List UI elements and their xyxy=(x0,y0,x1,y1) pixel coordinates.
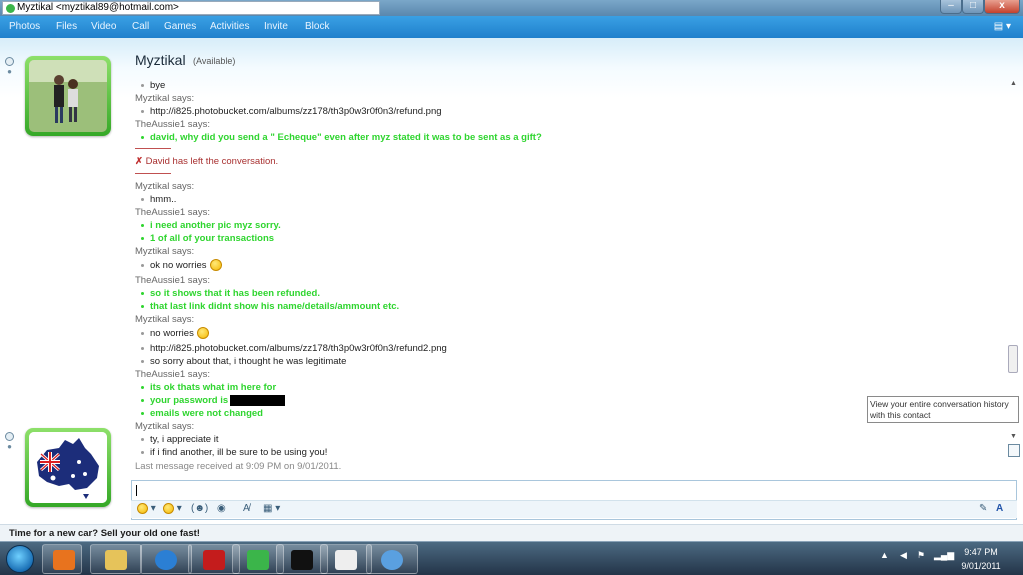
menu-invite[interactable]: Invite xyxy=(264,21,288,32)
taskbar-ie[interactable] xyxy=(140,544,192,574)
people-photo-icon xyxy=(29,60,107,132)
message: no worries xyxy=(135,327,209,340)
conversation-window: ● ● Myztikal (Available) bye Myztikal sa… xyxy=(0,38,1023,524)
sender-label: TheAussie1 says: xyxy=(135,369,210,380)
contact-status: (Available) xyxy=(193,56,236,66)
message: so sorry about that, i thought he was le… xyxy=(135,355,346,368)
history-icon[interactable] xyxy=(1008,444,1020,457)
my-avatar[interactable] xyxy=(25,428,111,507)
minimize-button[interactable]: – xyxy=(940,0,962,14)
message: your password is xyxy=(135,394,286,407)
text-caret xyxy=(136,485,137,496)
font-icon[interactable]: A̸ xyxy=(243,503,250,514)
menu-activities[interactable]: Activities xyxy=(210,21,249,32)
message: that last link didnt show his name/detai… xyxy=(135,300,399,313)
ad-bar[interactable]: Time for a new car? Sell your old one fa… xyxy=(0,524,1023,541)
menu-bar: Photos Files Video Call Games Activities… xyxy=(0,16,1023,38)
taskbar-window[interactable] xyxy=(320,544,372,574)
message: ty, i appreciate it xyxy=(135,433,218,446)
sender-label: Myztikal says: xyxy=(135,181,195,192)
clock-time[interactable]: 9:47 PM xyxy=(955,547,1007,557)
contact-avatar[interactable] xyxy=(25,56,111,136)
volume-icon[interactable]: ◀ xyxy=(900,550,907,561)
divider xyxy=(135,173,171,174)
tray-arrow-icon[interactable]: ▲ xyxy=(880,550,889,560)
message: 1 of all of your transactions xyxy=(135,232,274,245)
message: its ok thats what im here for xyxy=(135,381,276,394)
nudge-icon[interactable]: (☻) xyxy=(191,503,208,514)
last-message-status: Last message received at 9:09 PM on 9/01… xyxy=(135,461,342,472)
user-left-icon: ✗ xyxy=(135,156,143,167)
message: ok no worries xyxy=(135,259,222,272)
message: http://i825.photobucket.com/albums/zz178… xyxy=(135,105,442,118)
message: http://i825.photobucket.com/albums/zz178… xyxy=(135,342,447,355)
message: if i find another, ill be sure to be usi… xyxy=(135,446,327,459)
wink-icon[interactable]: ▾ xyxy=(163,503,182,514)
message: david, why did you send a " Echeque" eve… xyxy=(135,131,542,144)
smiley-icon xyxy=(209,259,222,272)
flag-icon[interactable]: ⚑ xyxy=(917,550,925,561)
contact-icon: ● xyxy=(7,442,12,451)
message: hmm.. xyxy=(135,193,176,206)
history-tooltip: View your entire conversation history wi… xyxy=(867,396,1019,423)
smiley-icon xyxy=(196,327,209,340)
window-title-box: Myztikal <myztikal89@hotmail.com> xyxy=(2,1,380,15)
sender-label: Myztikal says: xyxy=(135,246,195,257)
message: i need another pic myz sorry. xyxy=(135,219,281,232)
text-format-icon[interactable]: A xyxy=(996,503,1003,514)
collapse-icon[interactable] xyxy=(5,432,14,441)
conversation-history: bye Myztikal says: http://i825.photobuck… xyxy=(135,79,1005,509)
australia-flag-map-icon xyxy=(29,432,107,503)
network-icon[interactable]: ▂▄▆ xyxy=(934,550,954,561)
taskbar-paint[interactable] xyxy=(366,544,418,574)
sender-label: Myztikal says: xyxy=(135,93,195,104)
handwriting-icon[interactable]: ✎ xyxy=(979,503,987,514)
sender-label: Myztikal says: xyxy=(135,421,195,432)
clock-date[interactable]: 9/01/2011 xyxy=(955,561,1007,571)
message: emails were not changed xyxy=(135,407,263,420)
background-icon[interactable]: ▦ ▾ xyxy=(263,503,280,514)
title-bar: Myztikal <myztikal89@hotmail.com> – □ x xyxy=(0,0,1023,16)
sender-label: TheAussie1 says: xyxy=(135,119,210,130)
sender-label: TheAussie1 says: xyxy=(135,275,210,286)
taskbar-explorer[interactable] xyxy=(90,544,142,574)
scroll-down-icon[interactable]: ▼ xyxy=(1010,433,1017,440)
menu-photos[interactable]: Photos xyxy=(9,21,40,32)
messenger-icon xyxy=(6,4,15,13)
taskbar: ▲ ◀ ⚑ ▂▄▆ xyxy=(0,541,1023,575)
contact-photo xyxy=(29,60,107,132)
scroll-up-icon[interactable]: ▲ xyxy=(1010,80,1017,87)
contact-icon: ● xyxy=(7,67,12,76)
message: bye xyxy=(135,79,165,92)
menu-icon[interactable]: ▤ ▾ xyxy=(994,21,1011,32)
message: so it shows that it has been refunded. xyxy=(135,287,320,300)
emoticon-icon[interactable]: ▾ xyxy=(137,503,156,514)
system-event: ✗ David has left the conversation. xyxy=(135,156,279,167)
close-button[interactable]: x xyxy=(984,0,1020,14)
scrollbar-thumb[interactable] xyxy=(1008,345,1018,373)
menu-files[interactable]: Files xyxy=(56,21,77,32)
sender-label: Myztikal says: xyxy=(135,314,195,325)
collapse-icon[interactable] xyxy=(5,57,14,66)
maximize-button[interactable]: □ xyxy=(962,0,984,14)
sender-label: TheAussie1 says: xyxy=(135,207,210,218)
redacted-block xyxy=(230,394,286,406)
taskbar-media-player[interactable] xyxy=(42,544,82,574)
menu-video[interactable]: Video xyxy=(91,21,116,32)
voice-clip-icon[interactable]: ◉ xyxy=(217,503,226,514)
ad-text[interactable]: Time for a new car? Sell your old one fa… xyxy=(9,528,200,539)
divider xyxy=(135,148,171,149)
menu-games[interactable]: Games xyxy=(164,21,196,32)
contact-name: Myztikal xyxy=(135,52,186,68)
start-button[interactable] xyxy=(6,545,34,573)
formatting-toolbar: ▾ ▾ (☻) ◉ A̸ ▦ ▾ ✎ A xyxy=(131,500,1017,518)
menu-call[interactable]: Call xyxy=(132,21,149,32)
window-title: Myztikal <myztikal89@hotmail.com> xyxy=(17,2,179,13)
my-photo xyxy=(29,432,107,503)
menu-block[interactable]: Block xyxy=(305,21,329,32)
